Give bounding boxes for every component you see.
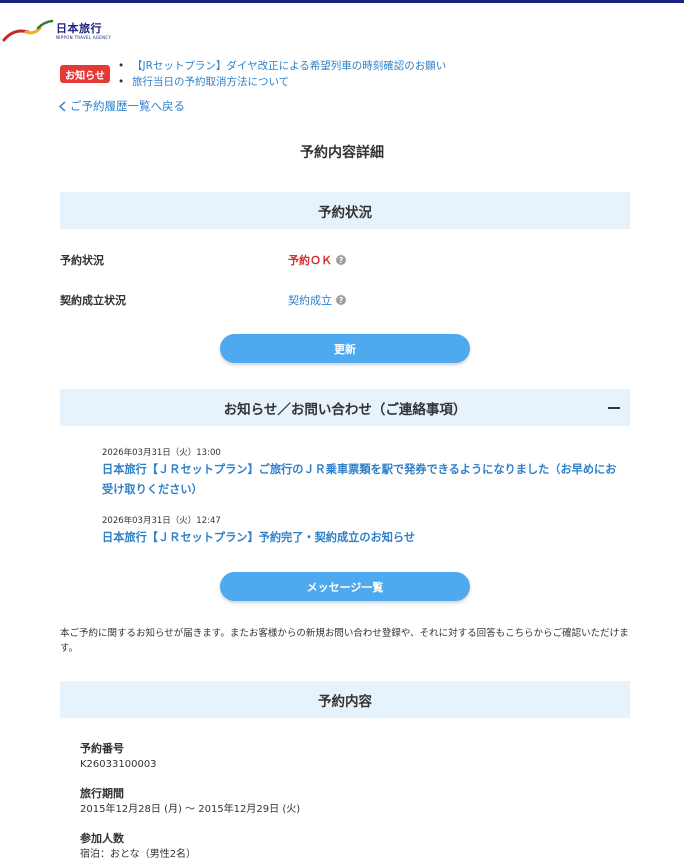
back-to-history-link[interactable]: ご予約履歴一覧へ戻る xyxy=(58,98,185,114)
booking-status-text: 予約ＯＫ xyxy=(288,254,332,267)
booking-number-field: 予約番号 K26033100003 xyxy=(80,741,157,773)
minus-icon[interactable] xyxy=(608,406,620,409)
notice-badge: お知らせ xyxy=(60,65,110,83)
message-list-button[interactable]: メッセージ一覧 xyxy=(220,572,470,601)
field-label: 参加人数 xyxy=(80,832,124,845)
booking-section-title: 予約内容 xyxy=(318,693,372,710)
brand-subtitle: NIPPON TRAVEL AGENCY xyxy=(56,35,112,40)
message-title-link[interactable]: 日本旅行【ＪＲセットプラン】ご旅行のＪＲ乗車票類を駅で発券できるようになりました… xyxy=(102,460,622,500)
message-date: 2026年03月31日（火）12:47 xyxy=(102,516,221,526)
field-value: K26033100003 xyxy=(80,759,157,770)
refresh-button[interactable]: 更新 xyxy=(220,334,470,363)
help-icon[interactable]: ? xyxy=(336,295,346,305)
back-link-label: ご予約履歴一覧へ戻る xyxy=(70,99,185,113)
booking-status-label: 予約状況 xyxy=(60,254,104,267)
field-value: 宿泊：おとな（男性2名） xyxy=(80,849,197,860)
message-item: 2026年03月31日（火）13:00 日本旅行【ＪＲセットプラン】ご旅行のＪＲ… xyxy=(102,446,622,500)
booking-status-value: 予約ＯＫ ? xyxy=(288,252,346,268)
booking-section-header: 予約内容 xyxy=(60,681,630,718)
message-date: 2026年03月31日（火）13:00 xyxy=(102,448,221,458)
field-label: 予約番号 xyxy=(80,742,124,755)
message-item: 2026年03月31日（火）12:47 日本旅行【ＪＲセットプラン】予約完了・契… xyxy=(102,514,622,548)
messages-section-header[interactable]: お知らせ／お問い合わせ（ご連絡事項） xyxy=(60,389,630,426)
help-icon[interactable]: ? xyxy=(336,255,346,265)
field-value: 2015年12月28日 (月) 〜 2015年12月29日 (火) xyxy=(80,804,301,815)
brand-name: 日本旅行 xyxy=(56,22,102,35)
travel-period-field: 旅行期間 2015年12月28日 (月) 〜 2015年12月29日 (火) xyxy=(80,786,300,818)
booking-status-row: 予約状況 予約ＯＫ ? xyxy=(60,251,630,269)
notice-link[interactable]: 【JRセットプラン】ダイヤ改正による希望列車の時刻確認のお願い xyxy=(118,58,446,74)
page-title: 予約内容詳細 xyxy=(300,145,384,161)
contract-status-row: 契約成立状況 契約成立 ? xyxy=(60,291,630,309)
messages-description: 本ご予約に関するお知らせが届きます。またお客様からの新規お問い合わせ登録や、それ… xyxy=(60,628,629,654)
chevron-left-icon xyxy=(58,100,66,112)
message-title-link[interactable]: 日本旅行【ＪＲセットプラン】予約完了・契約成立のお知らせ xyxy=(102,528,622,548)
contract-status-value: 契約成立 ? xyxy=(288,292,346,308)
field-label: 旅行期間 xyxy=(80,787,124,800)
top-border xyxy=(0,0,684,3)
contract-status-text[interactable]: 契約成立 xyxy=(288,292,332,308)
messages-section-title: お知らせ／お問い合わせ（ご連絡事項） xyxy=(223,401,467,418)
notice-list: 【JRセットプラン】ダイヤ改正による希望列車の時刻確認のお願い 旅行当日の予約取… xyxy=(118,58,446,90)
contract-status-label: 契約成立状況 xyxy=(60,294,126,307)
notice-link[interactable]: 旅行当日の予約取消方法について xyxy=(118,74,446,90)
status-section-title: 予約状況 xyxy=(318,204,372,221)
participants-field: 参加人数 宿泊：おとな（男性2名） xyxy=(80,831,196,863)
status-section-header: 予約状況 xyxy=(60,192,630,229)
